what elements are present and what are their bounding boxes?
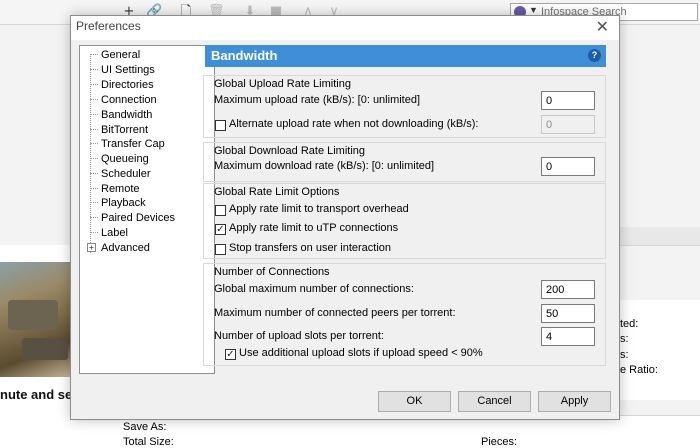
tree-connector (90, 114, 98, 115)
dialog-footer: OK Cancel Apply (71, 381, 619, 419)
max-upload-label: Maximum upload rate (kB/s): [0: unlimite… (214, 94, 421, 106)
peers-per-torrent-label: Maximum number of connected peers per to… (214, 307, 456, 319)
upload-slots-label: Number of upload slots per torrent: (214, 330, 384, 342)
tree-item-label: Queueing (101, 153, 149, 165)
tree-item-label: Advanced (101, 242, 150, 254)
tree-item-label: Connection (101, 94, 157, 106)
download-group-title: Global Download Rate Limiting (214, 145, 366, 157)
tree-connector (90, 129, 98, 130)
background-strip (615, 227, 700, 245)
tree-item-label: Bandwidth (101, 109, 153, 121)
tree-item-label: Directories (101, 79, 154, 91)
tree-item-label: UI Settings (101, 64, 155, 76)
save-as-label: Save As: (123, 421, 167, 433)
alt-upload-checkbox[interactable] (215, 120, 226, 131)
tree-connector (90, 69, 98, 70)
dialog-titlebar[interactable] (71, 16, 619, 40)
tree-connector (90, 143, 98, 144)
tree-connector (90, 158, 98, 159)
connections-group: Number of Connections Global maximum num… (203, 263, 606, 366)
tree-item-label: General (101, 49, 141, 61)
panel-header: Bandwidth ? (205, 45, 606, 67)
ad-image-detail (22, 338, 68, 360)
details-label: s: (620, 349, 629, 361)
upload-group: Global Upload Rate Limiting Maximum uplo… (203, 75, 606, 138)
options-group-title: Global Rate Limit Options (214, 186, 340, 198)
details-label: ted: (620, 318, 639, 330)
preferences-dialog: Preferences ✕ General UI Settings Direct… (70, 15, 620, 420)
tree-connector (90, 217, 98, 218)
details-label: e Ratio: (620, 364, 658, 376)
download-group: Global Download Rate Limiting Maximum do… (203, 142, 606, 182)
stop-transfers-checkbox[interactable] (215, 244, 226, 255)
total-size-label: Total Size: (123, 436, 174, 448)
tree-connector (90, 232, 98, 233)
tree-item-label: Paired Devices (101, 212, 175, 224)
extra-slots-checkbox[interactable]: ✓ (225, 349, 236, 360)
upload-group-title: Global Upload Rate Limiting (214, 78, 351, 90)
tree-connector (90, 99, 98, 100)
tree-connector (90, 173, 98, 174)
details-label: s: (620, 333, 629, 345)
tree-item-label: Scheduler (101, 168, 151, 180)
help-icon[interactable]: ? (588, 49, 601, 62)
tree-item-label: Transfer Cap (101, 138, 165, 150)
extra-slots-label: Use additional upload slots if upload sp… (239, 347, 483, 359)
utp-label: Apply rate limit to uTP connections (229, 222, 399, 234)
alt-upload-label: Alternate upload rate when not downloadi… (229, 118, 479, 130)
global-connections-input[interactable] (541, 280, 595, 299)
tree-item-label: Playback (101, 197, 146, 209)
pieces-label: Pieces: (481, 436, 518, 448)
upload-slots-input[interactable] (541, 327, 595, 346)
tree-connector (90, 202, 98, 203)
stop-transfers-label: Stop transfers on user interaction (229, 242, 392, 254)
tree-connector (90, 188, 98, 189)
max-download-label: Maximum download rate (kB/s): [0: unlimi… (214, 160, 435, 172)
chevron-down-icon[interactable]: ▼ (529, 5, 538, 15)
global-connections-label: Global maximum number of connections: (214, 283, 414, 295)
transport-overhead-checkbox[interactable] (215, 205, 226, 216)
tree-item-label: BitTorrent (101, 124, 149, 136)
panel-title: Bandwidth (211, 48, 278, 63)
rate-limit-options-group: Global Rate Limit Options Apply rate lim… (203, 183, 606, 259)
ok-button[interactable]: OK (378, 391, 451, 412)
tree-item-label: Label (101, 227, 128, 239)
preferences-tree: General UI Settings Directories Connecti… (79, 45, 215, 374)
peers-per-torrent-input[interactable] (541, 304, 595, 323)
utp-checkbox[interactable]: ✓ (215, 224, 226, 235)
max-upload-input[interactable] (541, 91, 595, 110)
apply-button[interactable]: Apply (538, 391, 611, 412)
alt-upload-input[interactable] (541, 115, 595, 134)
close-icon[interactable]: ✕ (596, 17, 609, 36)
expand-icon[interactable]: + (87, 243, 96, 252)
tree-connector (90, 54, 98, 55)
connections-group-title: Number of Connections (214, 266, 330, 278)
max-download-input[interactable] (541, 157, 595, 176)
tree-item-label: Remote (101, 183, 140, 195)
cancel-button[interactable]: Cancel (458, 391, 531, 412)
ad-image-detail (8, 300, 58, 330)
transport-overhead-label: Apply rate limit to transport overhead (229, 203, 409, 215)
dialog-title: Preferences (76, 19, 141, 33)
tree-connector (90, 84, 98, 85)
